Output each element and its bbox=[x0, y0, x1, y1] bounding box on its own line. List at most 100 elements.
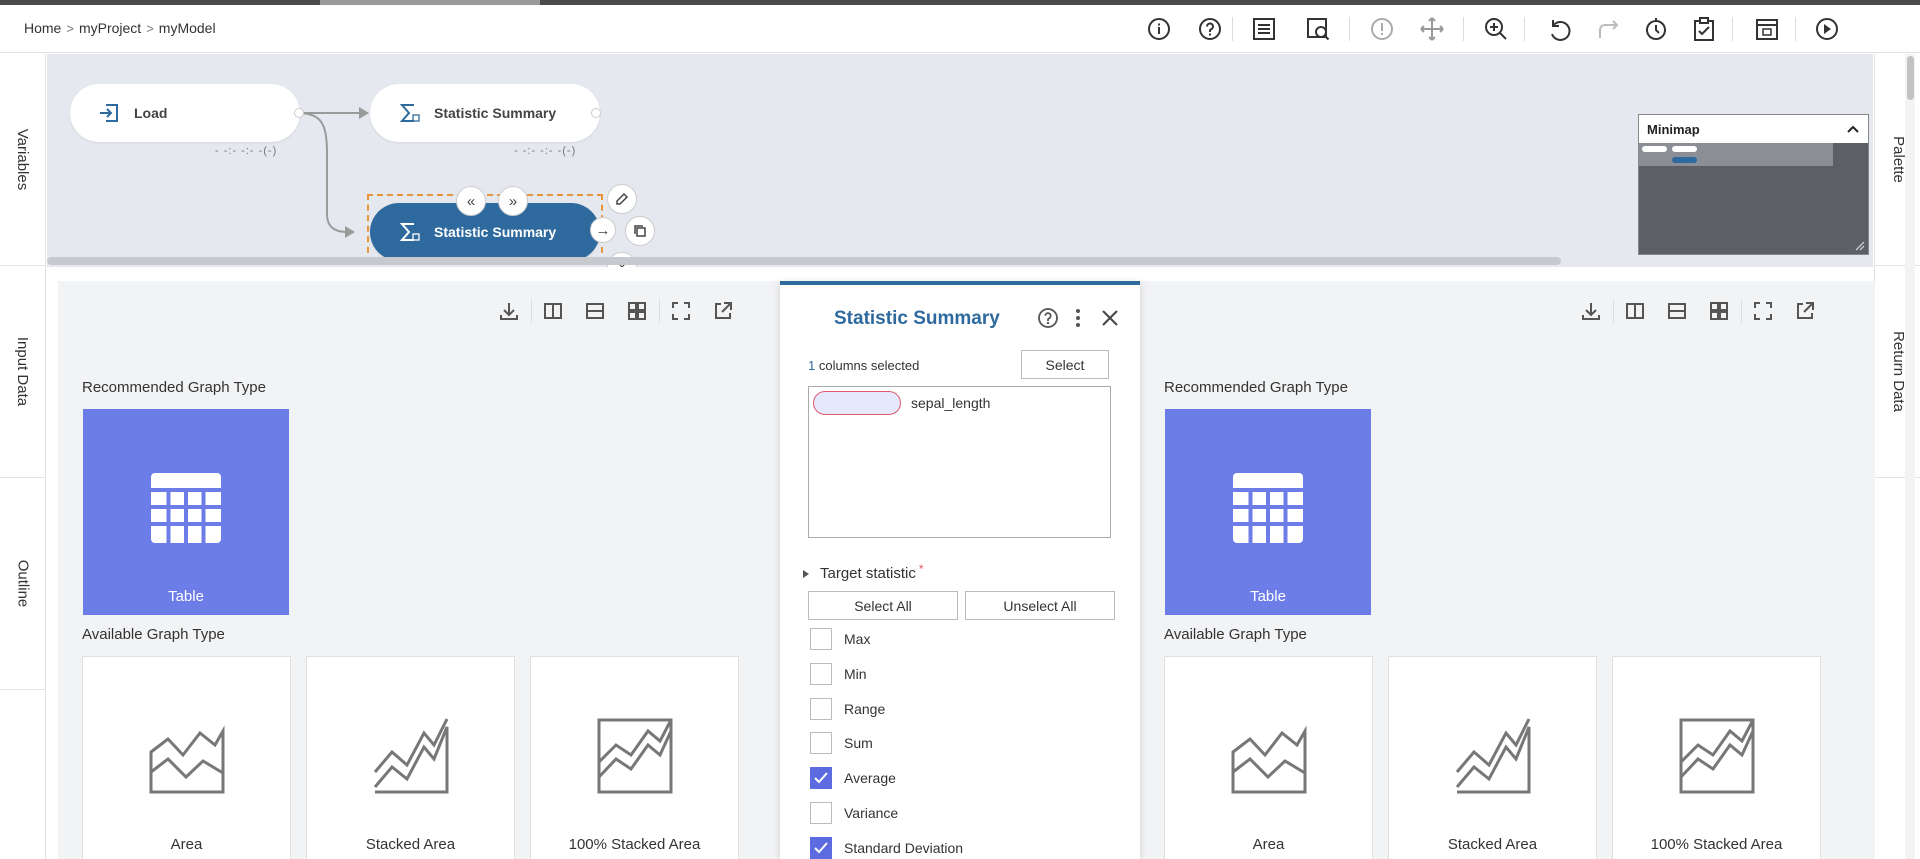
statistic-option[interactable]: Min bbox=[810, 662, 867, 686]
more-options-icon[interactable] bbox=[1062, 302, 1094, 334]
node-run-status: - -:- -:- -(-) bbox=[215, 145, 278, 157]
graph-type-table[interactable]: Table bbox=[83, 409, 289, 615]
run-icon[interactable] bbox=[1811, 13, 1843, 45]
grid-view-icon[interactable] bbox=[1703, 295, 1735, 327]
warning-icon[interactable] bbox=[1366, 13, 1398, 45]
tab-label: Palette bbox=[1889, 136, 1907, 183]
info-icon[interactable] bbox=[1143, 13, 1175, 45]
unselect-all-button[interactable]: Unselect All bbox=[965, 591, 1115, 620]
breadcrumb-project[interactable]: myProject bbox=[79, 20, 141, 36]
minimap[interactable]: Minimap bbox=[1638, 114, 1869, 255]
statistic-checkbox[interactable] bbox=[810, 628, 832, 650]
workflow-canvas[interactable]: Load - -:- -:- -(-) Statistic Summary - … bbox=[47, 54, 1873, 267]
checkmark-icon bbox=[814, 772, 828, 784]
tab-input-data[interactable]: Input Data bbox=[0, 266, 46, 478]
statistic-option[interactable]: Average bbox=[810, 766, 896, 790]
workflow-node-statistic-summary-selected[interactable]: Statistic Summary bbox=[370, 203, 600, 261]
split-horizontal-icon[interactable] bbox=[579, 295, 611, 327]
vertical-scrollbar[interactable] bbox=[1907, 56, 1914, 100]
open-external-icon[interactable] bbox=[707, 295, 739, 327]
data-search-icon[interactable] bbox=[1302, 13, 1334, 45]
graph-type-100-stacked-area[interactable]: 100% Stacked Area bbox=[530, 656, 739, 859]
download-icon[interactable] bbox=[493, 295, 525, 327]
left-side-tabs: Variables Input Data Outline bbox=[0, 54, 46, 859]
redo-icon[interactable] bbox=[1593, 13, 1625, 45]
dialog-actions bbox=[1032, 305, 1128, 331]
chevron-up-icon[interactable] bbox=[1846, 124, 1860, 134]
toolbar-separator bbox=[1613, 299, 1614, 323]
graph-type-table[interactable]: Table bbox=[1165, 409, 1371, 615]
toolbar-separator bbox=[1795, 17, 1796, 41]
history-icon[interactable] bbox=[1640, 13, 1672, 45]
required-mark: * bbox=[918, 561, 924, 576]
horizontal-scrollbar[interactable] bbox=[47, 257, 1561, 265]
graph-type-area[interactable]: Area bbox=[82, 656, 291, 859]
minimap-header: Minimap bbox=[1639, 115, 1868, 143]
load-icon bbox=[100, 104, 118, 122]
sigma-icon bbox=[399, 223, 420, 241]
close-icon[interactable] bbox=[1094, 302, 1126, 334]
statistic-checkbox[interactable] bbox=[810, 767, 832, 789]
graph-type-stacked-area[interactable]: Stacked Area bbox=[1388, 656, 1597, 859]
help-icon[interactable] bbox=[1032, 302, 1064, 334]
move-icon[interactable] bbox=[1416, 13, 1448, 45]
arrow-right-icon[interactable]: → bbox=[590, 217, 616, 243]
download-icon[interactable] bbox=[1575, 295, 1607, 327]
split-horizontal-icon[interactable] bbox=[1661, 295, 1693, 327]
app-window: Home > myProject > myModel Variables Inp… bbox=[0, 0, 1920, 859]
target-statistic-header[interactable]: Target statistic * bbox=[802, 561, 924, 582]
clipboard-check-icon[interactable] bbox=[1688, 13, 1720, 45]
statistic-option[interactable]: Max bbox=[810, 627, 870, 651]
toolbar-separator bbox=[1741, 299, 1742, 323]
statistic-option[interactable]: Range bbox=[810, 697, 885, 721]
graph-type-stacked-area[interactable]: Stacked Area bbox=[306, 656, 515, 859]
node-label: Statistic Summary bbox=[434, 105, 557, 121]
checkmark-icon bbox=[814, 842, 828, 854]
copy-icon[interactable] bbox=[625, 216, 655, 246]
tab-variables[interactable]: Variables bbox=[0, 54, 46, 266]
statistic-checkbox[interactable] bbox=[810, 802, 832, 824]
resize-handle-icon[interactable] bbox=[1855, 241, 1865, 251]
statistic-checkbox[interactable] bbox=[810, 732, 832, 754]
edit-icon[interactable] bbox=[607, 184, 637, 214]
split-vertical-icon[interactable] bbox=[1619, 295, 1651, 327]
graph-type-100-stacked-area[interactable]: 100% Stacked Area bbox=[1612, 656, 1821, 859]
split-vertical-icon[interactable] bbox=[537, 295, 569, 327]
open-external-icon[interactable] bbox=[1789, 295, 1821, 327]
fullscreen-icon[interactable] bbox=[665, 295, 697, 327]
tab-outline[interactable]: Outline bbox=[0, 478, 46, 690]
node-output-port[interactable] bbox=[591, 108, 601, 118]
workflow-node-load[interactable]: Load bbox=[70, 84, 300, 142]
statistic-option[interactable]: Sum bbox=[810, 731, 873, 755]
select-all-button[interactable]: Select All bbox=[808, 591, 958, 620]
undo-icon[interactable] bbox=[1543, 13, 1575, 45]
workflow-node-statistic-summary[interactable]: Statistic Summary bbox=[370, 84, 600, 142]
breadcrumb-home[interactable]: Home bbox=[24, 20, 61, 36]
calendar-icon[interactable] bbox=[1751, 13, 1783, 45]
expand-right-icon[interactable]: » bbox=[498, 186, 528, 216]
table-icon bbox=[1233, 473, 1303, 543]
connector-lines bbox=[296, 107, 369, 238]
checklist-icon[interactable] bbox=[1248, 13, 1280, 45]
statistic-checkbox[interactable] bbox=[810, 663, 832, 685]
select-columns-button[interactable]: Select bbox=[1021, 350, 1109, 379]
selected-columns-list[interactable]: sepal_length bbox=[808, 386, 1111, 538]
graph-type-label: Table bbox=[168, 588, 204, 605]
statistic-checkbox[interactable] bbox=[810, 698, 832, 720]
graph-type-label: 100% Stacked Area bbox=[568, 836, 701, 853]
tab-label: Return Data bbox=[1889, 331, 1907, 412]
statistic-option[interactable]: Variance bbox=[810, 801, 898, 825]
zoom-in-icon[interactable] bbox=[1480, 13, 1512, 45]
statistic-option[interactable]: Standard Deviation bbox=[810, 836, 963, 859]
breadcrumb-model: myModel bbox=[158, 20, 216, 36]
grid-view-icon[interactable] bbox=[621, 295, 653, 327]
vertical-scrollbar-track bbox=[1905, 54, 1915, 859]
help-icon[interactable] bbox=[1194, 13, 1226, 45]
fullscreen-icon[interactable] bbox=[1747, 295, 1779, 327]
collapse-left-icon[interactable]: « bbox=[456, 186, 486, 216]
stacked-area-chart-icon bbox=[373, 718, 449, 794]
graph-type-area[interactable]: Area bbox=[1164, 656, 1373, 859]
statistic-checkbox[interactable] bbox=[810, 837, 832, 859]
graph-type-label: Stacked Area bbox=[1447, 836, 1538, 853]
node-output-port[interactable] bbox=[294, 108, 304, 118]
